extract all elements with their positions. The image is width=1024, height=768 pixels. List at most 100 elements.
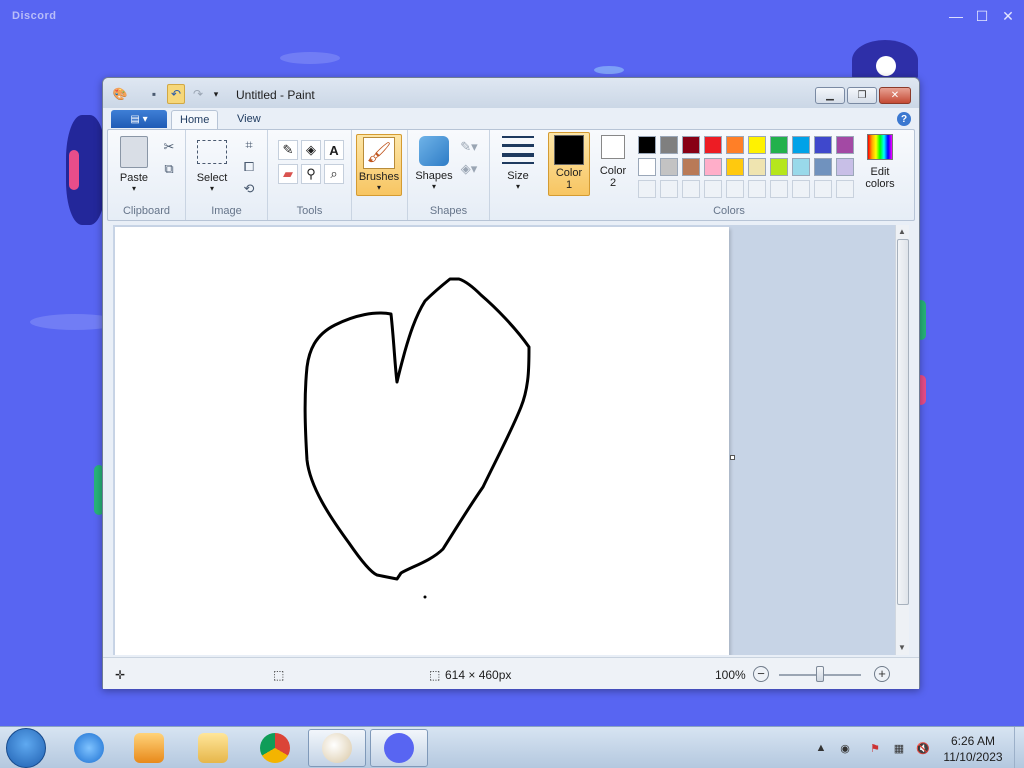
taskbar-paint[interactable] [308,729,366,767]
cut-icon[interactable]: ✂ [160,138,178,156]
custom-color-slot[interactable] [682,180,700,198]
scroll-up-icon[interactable]: ▲ [898,227,906,236]
zoom-in-button[interactable]: + [874,666,890,682]
taskbar-chrome[interactable] [246,729,304,767]
canvas-area: ▲ ▼ [113,225,909,655]
color2-button[interactable]: Color 2 [594,132,632,189]
tab-view[interactable]: View [229,110,269,130]
custom-color-slot[interactable] [726,180,744,198]
clock-date[interactable]: 11/10/2023 [938,750,1008,764]
title-bar[interactable]: 🎨 ▪ ↶ ↷ ▾ Untitled - Paint ▁ ❐ ✕ [103,78,919,108]
canvas-size-icon: ⬚ [429,668,441,682]
clock-time[interactable]: 6:26 AM [938,734,1008,748]
select-button[interactable]: Select ▾ [192,136,232,193]
text-icon[interactable]: A [324,140,344,160]
custom-color-slot[interactable] [748,180,766,198]
palette-swatch[interactable] [748,158,766,176]
taskbar-file-explorer[interactable] [184,729,242,767]
palette-swatch[interactable] [814,158,832,176]
customize-quick-access-icon[interactable]: ▾ [209,87,223,101]
palette-swatch[interactable] [792,158,810,176]
selection-size-icon: ⬚ [273,668,285,682]
custom-color-slot[interactable] [638,180,656,198]
custom-color-slot[interactable] [704,180,722,198]
shapes-group-label: Shapes [429,205,468,217]
size-button[interactable]: Size ▾ [498,136,538,191]
outline-icon[interactable]: ✎▾ [460,138,478,156]
zoom-slider-thumb[interactable] [816,666,824,682]
zoom-level: 100% [715,668,746,682]
palette-swatch[interactable] [704,136,722,154]
palette-swatch[interactable] [638,136,656,154]
file-menu-button[interactable]: ▤ ▾ [111,110,167,128]
shape-fill-icon[interactable]: ◈▾ [460,160,478,178]
scrollbar-thumb[interactable] [897,239,909,605]
maximize-button[interactable]: ❐ [847,87,877,104]
shapes-button[interactable]: Shapes ▾ [414,136,454,191]
crop-icon[interactable]: ⌗ [240,136,258,154]
drawing-canvas[interactable] [115,227,729,655]
tab-home[interactable]: Home [171,110,219,130]
palette-swatch[interactable] [836,136,854,154]
canvas-resize-handle[interactable] [730,455,735,460]
start-button[interactable] [6,728,46,768]
discord-tray-icon[interactable]: ◉ [838,741,852,755]
edit-colors-button[interactable]: Edit colors [860,134,900,190]
taskbar-discord[interactable] [370,729,428,767]
palette-swatch[interactable] [726,158,744,176]
show-desktop-button[interactable] [1014,727,1024,768]
action-center-icon[interactable]: ⚑ [868,741,882,755]
discord-minimize-button[interactable]: — [946,6,966,26]
discord-close-button[interactable]: ✕ [998,6,1018,26]
network-icon[interactable]: ▦ [892,741,906,755]
scroll-down-icon[interactable]: ▼ [898,643,906,652]
volume-muted-icon[interactable]: 🔇 [916,741,930,755]
colors-label: Colors [713,205,745,217]
shapes-group: Shapes ▾ ✎▾ ◈▾ Shapes [408,130,490,220]
copy-icon[interactable]: ⧉ [160,160,178,178]
palette-swatch[interactable] [792,136,810,154]
palette-swatch[interactable] [726,136,744,154]
zoom-out-button[interactable]: − [753,666,769,682]
palette-swatch[interactable] [660,158,678,176]
palette-swatch[interactable] [748,136,766,154]
paste-button[interactable]: Paste ▾ [114,136,154,193]
palette-swatch[interactable] [770,158,788,176]
custom-color-slot[interactable] [836,180,854,198]
palette-swatch[interactable] [836,158,854,176]
palette-swatch[interactable] [682,158,700,176]
line-size-icon [502,136,534,164]
palette-swatch[interactable] [704,158,722,176]
custom-color-slot[interactable] [660,180,678,198]
color1-button[interactable]: Color 1 [548,132,590,196]
color-picker-icon[interactable]: ⚲ [301,164,321,184]
eraser-icon[interactable]: ▰ [278,164,298,184]
rotate-icon[interactable]: ⟲ [240,180,258,198]
custom-color-slot[interactable] [770,180,788,198]
save-icon[interactable]: ▪ [147,87,161,101]
discord-maximize-button[interactable]: ☐ [972,6,992,26]
fill-icon[interactable]: ◈ [301,140,321,160]
palette-swatch[interactable] [682,136,700,154]
brushes-button[interactable]: 🖌 Brushes ▾ [356,134,402,196]
tools-label: Tools [296,205,323,217]
close-button[interactable]: ✕ [879,87,911,104]
show-hidden-icons-icon[interactable]: ▲ [814,741,828,755]
palette-swatch[interactable] [770,136,788,154]
magnifier-icon[interactable]: ⌕ [324,164,344,184]
undo-icon[interactable]: ↶ [167,84,185,104]
palette-swatch[interactable] [660,136,678,154]
pencil-icon[interactable]: ✎ [278,140,298,160]
palette-swatch[interactable] [638,158,656,176]
paint-app-icon[interactable]: 🎨 [113,87,128,101]
help-icon[interactable]: ? [897,112,911,126]
taskbar-media-player[interactable] [120,729,178,767]
redo-icon[interactable]: ↷ [191,87,205,101]
vertical-scrollbar[interactable]: ▲ ▼ [895,225,909,655]
minimize-button[interactable]: ▁ [815,87,845,104]
palette-swatch[interactable] [814,136,832,154]
resize-icon[interactable]: ⧠ [240,158,258,176]
taskbar-internet-explorer[interactable] [60,729,118,767]
custom-color-slot[interactable] [814,180,832,198]
custom-color-slot[interactable] [792,180,810,198]
